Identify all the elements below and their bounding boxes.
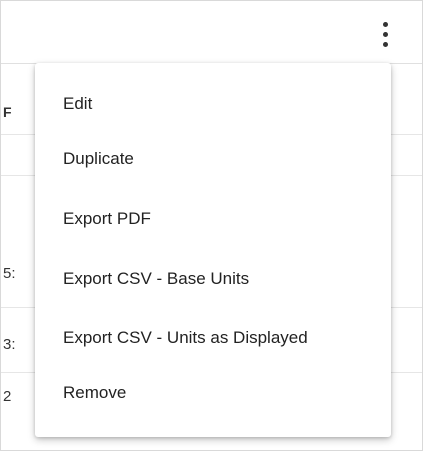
menu-item-export-csv-units-displayed[interactable]: Export CSV - Units as Displayed bbox=[35, 318, 391, 358]
menu-item-remove[interactable]: Remove bbox=[35, 373, 391, 413]
widget-frame: F 5: 3: 2 Edit Duplicate Export PDF Expo… bbox=[0, 0, 423, 451]
column-header: F bbox=[3, 104, 12, 120]
menu-item-export-csv-base-units[interactable]: Export CSV - Base Units bbox=[35, 259, 391, 299]
menu-item-edit[interactable]: Edit bbox=[35, 84, 391, 124]
table-cell: 3: bbox=[3, 336, 16, 353]
options-menu: Edit Duplicate Export PDF Export CSV - B… bbox=[35, 63, 391, 437]
kebab-vertical-icon bbox=[382, 21, 388, 27]
table-cell: 2 bbox=[3, 388, 12, 405]
kebab-vertical-icon bbox=[382, 41, 388, 47]
kebab-vertical-icon bbox=[382, 31, 388, 37]
more-options-button[interactable] bbox=[373, 19, 397, 49]
table-cell: 5: bbox=[3, 265, 16, 282]
menu-item-export-pdf[interactable]: Export PDF bbox=[35, 199, 391, 239]
menu-item-duplicate[interactable]: Duplicate bbox=[35, 139, 391, 179]
widget-header bbox=[1, 1, 422, 64]
